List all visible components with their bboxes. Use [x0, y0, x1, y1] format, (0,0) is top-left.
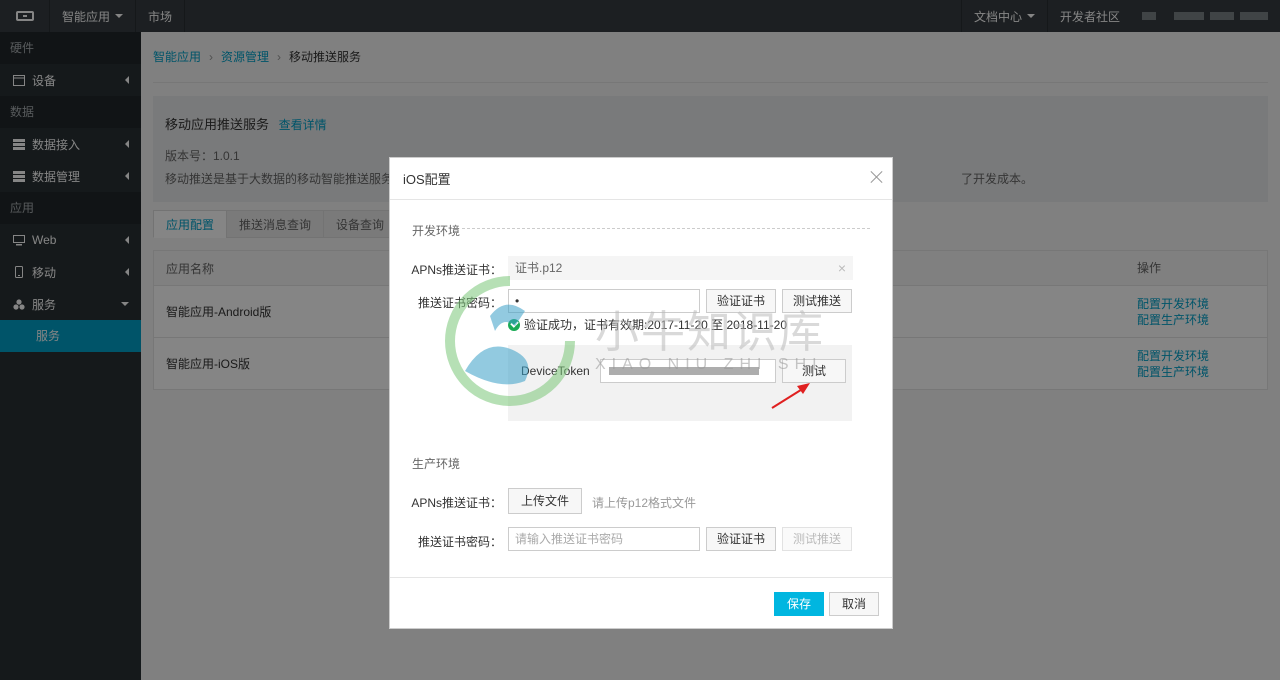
device-token-input[interactable] — [600, 359, 776, 383]
cert-file-name: 证书.p12 — [515, 261, 563, 275]
redacted-token — [609, 367, 759, 375]
dialog-header: iOS配置 — [390, 158, 892, 200]
verify-success-message: 验证成功，证书有效期:2017-11-20 至 2018-11-20 — [508, 316, 787, 333]
apns-cert-label: APNs推送证书： — [411, 263, 502, 277]
dialog-title: iOS配置 — [403, 172, 451, 187]
upload-file-button[interactable]: 上传文件 — [508, 488, 582, 514]
cert-password-label: 推送证书密码： — [417, 296, 502, 310]
cancel-button[interactable]: 取消 — [829, 592, 879, 616]
cert-password-input[interactable]: • — [508, 289, 700, 313]
cert-password-label: 推送证书密码： — [417, 535, 502, 549]
verify-cert-button[interactable]: 验证证书 — [706, 289, 776, 313]
device-token-label: DeviceToken — [521, 364, 590, 378]
ios-config-dialog: iOS配置 开发环境 APNs推送证书： 证书.p12 × 推送证书密码： • … — [389, 157, 893, 629]
dialog-footer: 保存 取消 — [390, 577, 892, 629]
prod-section-title: 生产环境 — [412, 457, 461, 471]
password-placeholder: 请输入推送证书密码 — [515, 532, 624, 546]
verify-success-text: 验证成功，证书有效期:2017-11-20 至 2018-11-20 — [524, 318, 787, 332]
verify-cert-button[interactable]: 验证证书 — [706, 527, 776, 551]
save-button[interactable]: 保存 — [774, 592, 824, 616]
clear-icon[interactable]: × — [838, 257, 846, 279]
dev-section-title: 开发环境 — [412, 224, 461, 238]
upload-hint: 请上传p12格式文件 — [592, 496, 697, 510]
check-circle-icon — [508, 318, 520, 331]
close-icon[interactable] — [870, 170, 884, 184]
test-push-button[interactable]: 测试推送 — [782, 527, 852, 551]
prod-password-input[interactable]: 请输入推送证书密码 — [508, 527, 700, 551]
password-mask: • — [515, 294, 520, 308]
apns-cert-label: APNs推送证书： — [411, 496, 502, 510]
test-push-button[interactable]: 测试推送 — [782, 289, 852, 313]
dashed-divider — [462, 228, 870, 229]
red-arrow-annotation — [771, 383, 810, 409]
cert-file-field[interactable]: 证书.p12 × — [508, 256, 853, 280]
